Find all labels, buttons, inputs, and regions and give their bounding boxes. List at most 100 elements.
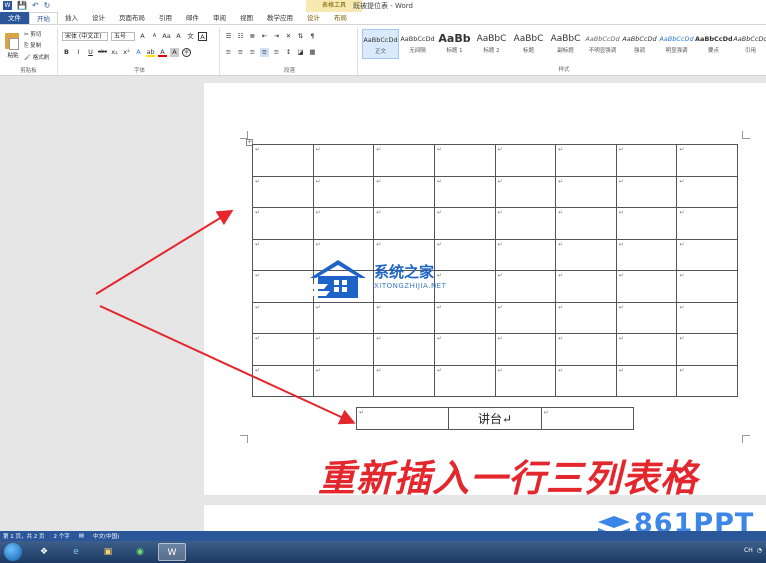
table-cell[interactable]: ↵ (676, 175, 738, 208)
copy-button[interactable]: ⎘ 复制 (24, 41, 49, 50)
proofing-icon[interactable]: ▤ (79, 533, 84, 539)
grow-font-icon[interactable]: A (138, 32, 147, 41)
font-color-icon[interactable]: A (158, 48, 167, 57)
tab-review[interactable]: 审阅 (206, 12, 233, 24)
table-cell[interactable]: ↵ (433, 238, 496, 271)
table-cell[interactable]: ↵ (555, 207, 617, 240)
table-cell[interactable]: ↵ (555, 175, 617, 208)
table-cell[interactable]: ↵ (676, 207, 738, 240)
table-cell[interactable]: ↵ (252, 207, 314, 240)
tab-home[interactable]: 开始 (29, 12, 58, 24)
char-border-icon[interactable]: A (198, 32, 207, 41)
tray-icon[interactable]: ◔ (757, 547, 762, 554)
table-cell[interactable]: ↵ (615, 333, 678, 366)
table-cell[interactable]: ↵ (373, 301, 435, 334)
table-cell[interactable]: ↵ (433, 364, 496, 397)
table-cell[interactable]: ↵ (433, 301, 496, 334)
style-normal[interactable]: AaBbCcDd 正文 (362, 29, 399, 59)
borders-icon[interactable]: ▦ (308, 48, 317, 57)
align-right-icon[interactable]: ≡ (248, 48, 257, 57)
table-cell[interactable]: ↵ (312, 144, 375, 177)
table-cell[interactable]: ↵ (676, 301, 738, 334)
save-icon[interactable]: 💾 (17, 1, 27, 10)
style-quote[interactable]: AaBbCcDd 引用 (732, 29, 766, 59)
undo-icon[interactable]: ↶ (32, 1, 39, 10)
sort-icon[interactable]: ⇅ (296, 32, 305, 41)
change-case-icon[interactable]: Aa (162, 32, 171, 41)
table-cell[interactable]: ↵ (252, 333, 314, 366)
style-emphasis[interactable]: AaBbCcDd 强调 (621, 29, 658, 59)
table-cell[interactable]: ↵ (615, 301, 678, 334)
taskbar-media-icon[interactable]: ◉ (126, 543, 154, 561)
table-cell[interactable]: ↵ (494, 301, 557, 334)
table-cell[interactable]: ↵ (373, 175, 435, 208)
char-shading-icon[interactable]: A (170, 48, 179, 57)
table-cell[interactable]: ↵ (555, 301, 617, 334)
style-heading-1[interactable]: AaBb 标题 1 (436, 29, 473, 59)
table-cell[interactable]: ↵ (433, 207, 496, 240)
table-cell[interactable]: ↵ (676, 333, 738, 366)
table-cell[interactable]: ↵ (494, 238, 557, 271)
table-cell[interactable]: ↵ (676, 144, 738, 177)
table-cell[interactable]: ↵ (312, 175, 375, 208)
font-size-select[interactable]: 五号 (111, 32, 135, 41)
table-cell[interactable]: ↵ (373, 144, 435, 177)
table-cell[interactable]: ↵ (615, 144, 678, 177)
justify-icon[interactable]: ≡ (260, 48, 269, 57)
italic-icon[interactable]: I (74, 48, 83, 57)
decrease-indent-icon[interactable]: ⇤ (260, 32, 269, 41)
table-cell[interactable]: ↵ (676, 238, 738, 271)
align-left-icon[interactable]: ≡ (224, 48, 233, 57)
table-cell[interactable]: ↵ (312, 301, 375, 334)
new-row-table[interactable]: ↵ 讲台↵ ↵ (355, 407, 635, 430)
shrink-font-icon[interactable]: A (150, 32, 159, 41)
distribute-icon[interactable]: ≡ (272, 48, 281, 57)
highlight-icon[interactable]: ab (146, 48, 155, 57)
table-cell[interactable]: ↵ (355, 407, 450, 430)
table-cell[interactable]: ↵ (312, 333, 375, 366)
podium-cell[interactable]: 讲台↵ (448, 407, 542, 430)
tab-table-layout[interactable]: 布局 (327, 12, 354, 24)
page-count[interactable]: 第 1 页，共 2 页 (3, 532, 45, 540)
tab-table-design[interactable]: 设计 (300, 12, 327, 24)
shading-icon[interactable]: ◪ (296, 48, 305, 57)
taskbar-app-icon-1[interactable]: ❖ (30, 543, 58, 561)
table-cell[interactable]: ↵ (252, 144, 314, 177)
table-cell[interactable]: ↵ (433, 333, 496, 366)
tab-page-layout[interactable]: 页面布局 (112, 12, 152, 24)
numbering-icon[interactable]: ☷ (236, 32, 245, 41)
table-cell[interactable]: ↵ (494, 144, 557, 177)
table-cell[interactable]: ↵ (433, 144, 496, 177)
table-cell[interactable]: ↵ (615, 238, 678, 271)
table-cell[interactable]: ↵ (494, 207, 557, 240)
table-cell[interactable]: ↵ (373, 364, 435, 397)
superscript-icon[interactable]: x² (122, 48, 131, 57)
table-cell[interactable]: ↵ (615, 175, 678, 208)
underline-icon[interactable]: U (86, 48, 95, 57)
style-title[interactable]: AaBbC 标题 (510, 29, 547, 59)
table-cell[interactable]: ↵ (615, 364, 678, 397)
table-cell[interactable]: ↵ (494, 364, 557, 397)
pinyin-icon[interactable]: 文 (186, 32, 195, 41)
table-cell[interactable]: ↵ (555, 238, 617, 271)
tab-view[interactable]: 视图 (233, 12, 260, 24)
language-indicator[interactable]: 中文(中国) (93, 532, 119, 540)
cut-button[interactable]: ✂ 剪切 (24, 30, 49, 38)
enclose-char-icon[interactable]: 字 (182, 48, 191, 57)
table-cell[interactable]: ↵ (312, 364, 375, 397)
redo-icon[interactable]: ↻ (44, 1, 51, 10)
subscript-icon[interactable]: x₂ (110, 48, 119, 57)
taskbar-word-icon[interactable]: W (158, 543, 186, 561)
table-cell[interactable]: ↵ (252, 175, 314, 208)
clear-format-icon[interactable]: A (174, 32, 183, 41)
strikethrough-icon[interactable]: abc (98, 48, 107, 57)
bold-icon[interactable]: B (62, 48, 71, 57)
style-subtle-emphasis[interactable]: AaBbCcDd 不明显强调 (584, 29, 621, 59)
ime-indicator[interactable]: CH (744, 547, 753, 554)
table-cell[interactable]: ↵ (312, 207, 375, 240)
increase-indent-icon[interactable]: ⇥ (272, 32, 281, 41)
table-cell[interactable]: ↵ (494, 175, 557, 208)
table-cell[interactable]: ↵ (252, 364, 314, 397)
show-marks-icon[interactable]: ¶ (308, 32, 317, 41)
bullets-icon[interactable]: ☰ (224, 32, 233, 41)
